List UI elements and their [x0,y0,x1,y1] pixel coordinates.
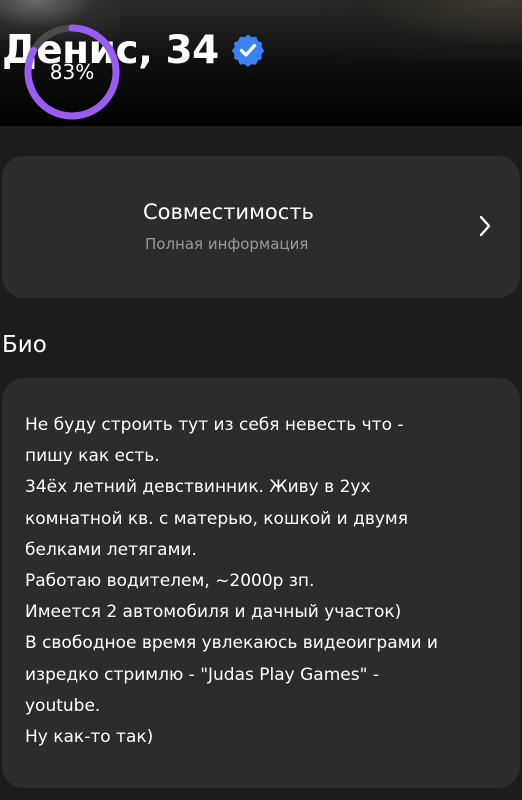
bio-heading: Био [2,332,47,358]
bio-line: Не буду строить тут из себя невесть что … [25,415,404,435]
bio-line: белками летягами. [25,539,197,560]
bio-line: комнатной кв. с матерью, кошкой и двумя [25,508,408,529]
bio-line: В свободное время увлекаюсь видеоиграми … [25,633,438,654]
compatibility-title: Совместимость [143,200,314,224]
profile-page: Денис, 34 83% Совместимость Полная инфор… [0,0,522,800]
compatibility-details-link[interactable]: Полная информация [145,235,308,253]
bio-line: Ну как-то так) [25,727,154,748]
bio-line: Имеется 2 автомобиля и дачный участок) [25,602,402,623]
bio-line: изредко стримлю - "Judas Play Games" - [25,664,379,685]
verified-badge-icon [231,34,264,67]
bio-line: Работаю водителем, ~2000р зп. [25,571,315,592]
bio-line: youtube. [25,695,101,716]
bio-text: Не буду строить тут из себя невесть что … [25,410,510,753]
photo-shadow [322,0,522,60]
bio-line: 34ёх летний девствинник. Живу в 2ух [25,477,371,498]
chevron-right-icon[interactable] [476,213,494,239]
bio-line: пишу как есть. [25,446,160,467]
compatibility-percent: 83% [49,60,95,84]
compatibility-card[interactable] [2,156,520,298]
